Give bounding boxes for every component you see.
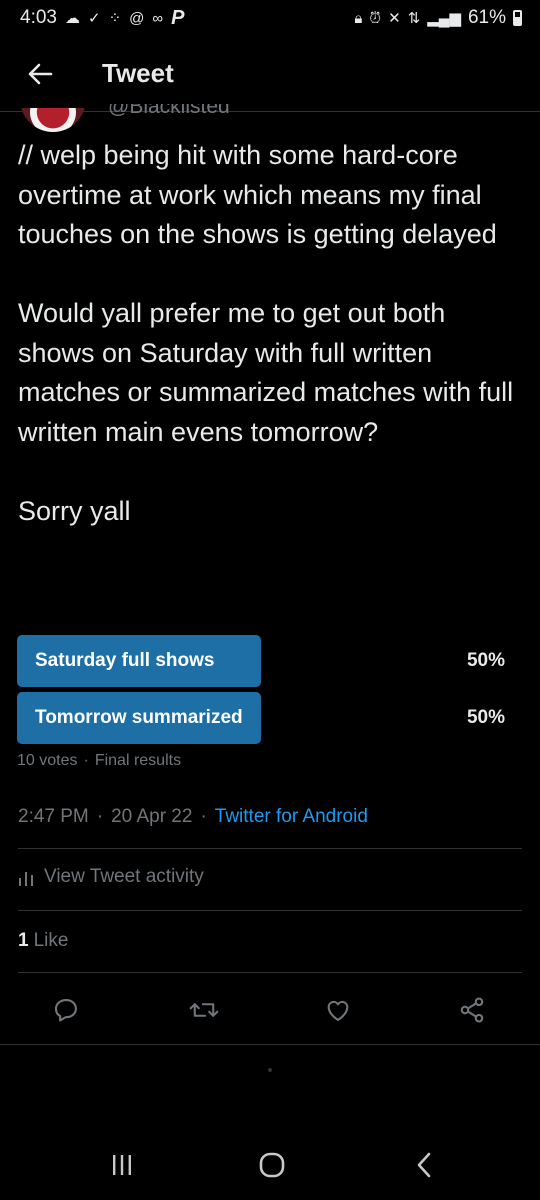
heart-icon — [327, 1000, 349, 1021]
poll-option-label: Saturday full shows — [35, 650, 215, 671]
status-right: 🔒︎ ⏰︎ ✕ ⇅ ▂▄▆ 61% — [354, 7, 522, 29]
reply-button[interactable] — [44, 988, 88, 1032]
divider — [18, 910, 522, 911]
poll-status: Final results — [94, 752, 182, 769]
tweet-paragraph: Would yall prefer me to get out both sho… — [18, 298, 514, 447]
back-button[interactable] — [10, 44, 70, 104]
tweet-paragraph: // welp being hit with some hard-core ov… — [18, 140, 497, 249]
mute-icon: ✕ — [388, 10, 401, 27]
likes-count[interactable]: 1 Like — [18, 930, 68, 952]
poll-option-label: Tomorrow summarized — [35, 707, 243, 728]
poll-separator: · — [83, 752, 89, 769]
cell-signal-icon: ▂▄▆ — [427, 10, 461, 27]
tweet-timestamp: 2:47 PM · 20 Apr 22 · Twitter for Androi… — [18, 806, 368, 828]
divider — [18, 972, 522, 973]
status-bar: 4:03 ☁ ✓ ⁘ @ ∞ P 🔒︎ ⏰︎ ✕ ⇅ ▂▄▆ 61% — [0, 0, 540, 36]
system-nav-bar — [0, 1130, 540, 1200]
tweet-date: 20 Apr 22 — [111, 806, 193, 827]
battery-icon — [513, 10, 522, 26]
scroll-indicator — [268, 1068, 272, 1072]
status-time: 4:03 — [20, 7, 57, 28]
like-button[interactable] — [316, 988, 360, 1032]
share-button[interactable] — [450, 988, 494, 1032]
p-logo-icon: P — [171, 6, 185, 29]
lock-icon: 🔒︎ — [354, 9, 363, 27]
dots-icon: ⁘ — [108, 10, 122, 27]
divider — [18, 848, 522, 849]
wifi-icon: ⇅ — [407, 10, 421, 27]
system-back-button[interactable] — [394, 1130, 454, 1200]
bar-chart-icon — [19, 872, 33, 886]
like-count-label: Like — [33, 930, 69, 951]
home-button[interactable] — [242, 1130, 302, 1200]
timestamp-separator: · — [200, 806, 207, 827]
home-icon — [259, 1152, 285, 1178]
tweet-paragraph: Sorry yall — [18, 495, 131, 526]
at-icon: @ — [129, 9, 145, 27]
poll-option-percent: 50% — [466, 707, 505, 728]
reply-icon — [54, 999, 77, 1022]
divider — [0, 1044, 540, 1045]
recents-icon — [113, 1155, 131, 1175]
poll-option-percent: 50% — [466, 650, 505, 671]
retweet-button[interactable] — [182, 988, 226, 1032]
battery-percent: 61% — [467, 7, 506, 28]
share-icon — [460, 997, 484, 1023]
tweet-header: Tweet — [0, 36, 540, 112]
poll-meta: 10 votes · Final results — [17, 752, 505, 770]
activity-label: View Tweet activity — [44, 866, 204, 887]
alarm-icon: ⏰︎ — [369, 9, 382, 27]
tweet-time: 2:47 PM — [18, 806, 89, 827]
page-title: Tweet — [102, 58, 174, 88]
retweet-icon — [189, 1003, 219, 1017]
status-left: 4:03 ☁ ✓ ⁘ @ ∞ P — [20, 7, 184, 30]
poll-votes: 10 votes — [17, 752, 78, 769]
like-count-number: 1 — [18, 930, 29, 951]
arrow-left-icon — [28, 63, 53, 84]
tweet-action-bar — [0, 988, 540, 1032]
cloud-icon: ☁ — [64, 10, 80, 27]
voicemail-icon: ∞ — [152, 9, 164, 27]
recents-button[interactable] — [92, 1130, 152, 1200]
avatar[interactable] — [20, 108, 86, 132]
view-tweet-activity-link[interactable]: View Tweet activity — [18, 866, 204, 888]
poll: Saturday full shows 50% Tomorrow summari… — [17, 635, 505, 770]
poll-option: Tomorrow summarized 50% — [17, 692, 505, 744]
tweet-text: // welp being hit with some hard-core ov… — [18, 136, 522, 531]
user-handle[interactable]: @Blacklisted — [108, 104, 230, 120]
back-icon — [417, 1152, 431, 1178]
poll-option: Saturday full shows 50% — [17, 635, 505, 687]
signal-check-icon: ✓ — [87, 10, 101, 27]
timestamp-separator: · — [96, 806, 104, 827]
tweet-source-link[interactable]: Twitter for Android — [215, 806, 368, 828]
